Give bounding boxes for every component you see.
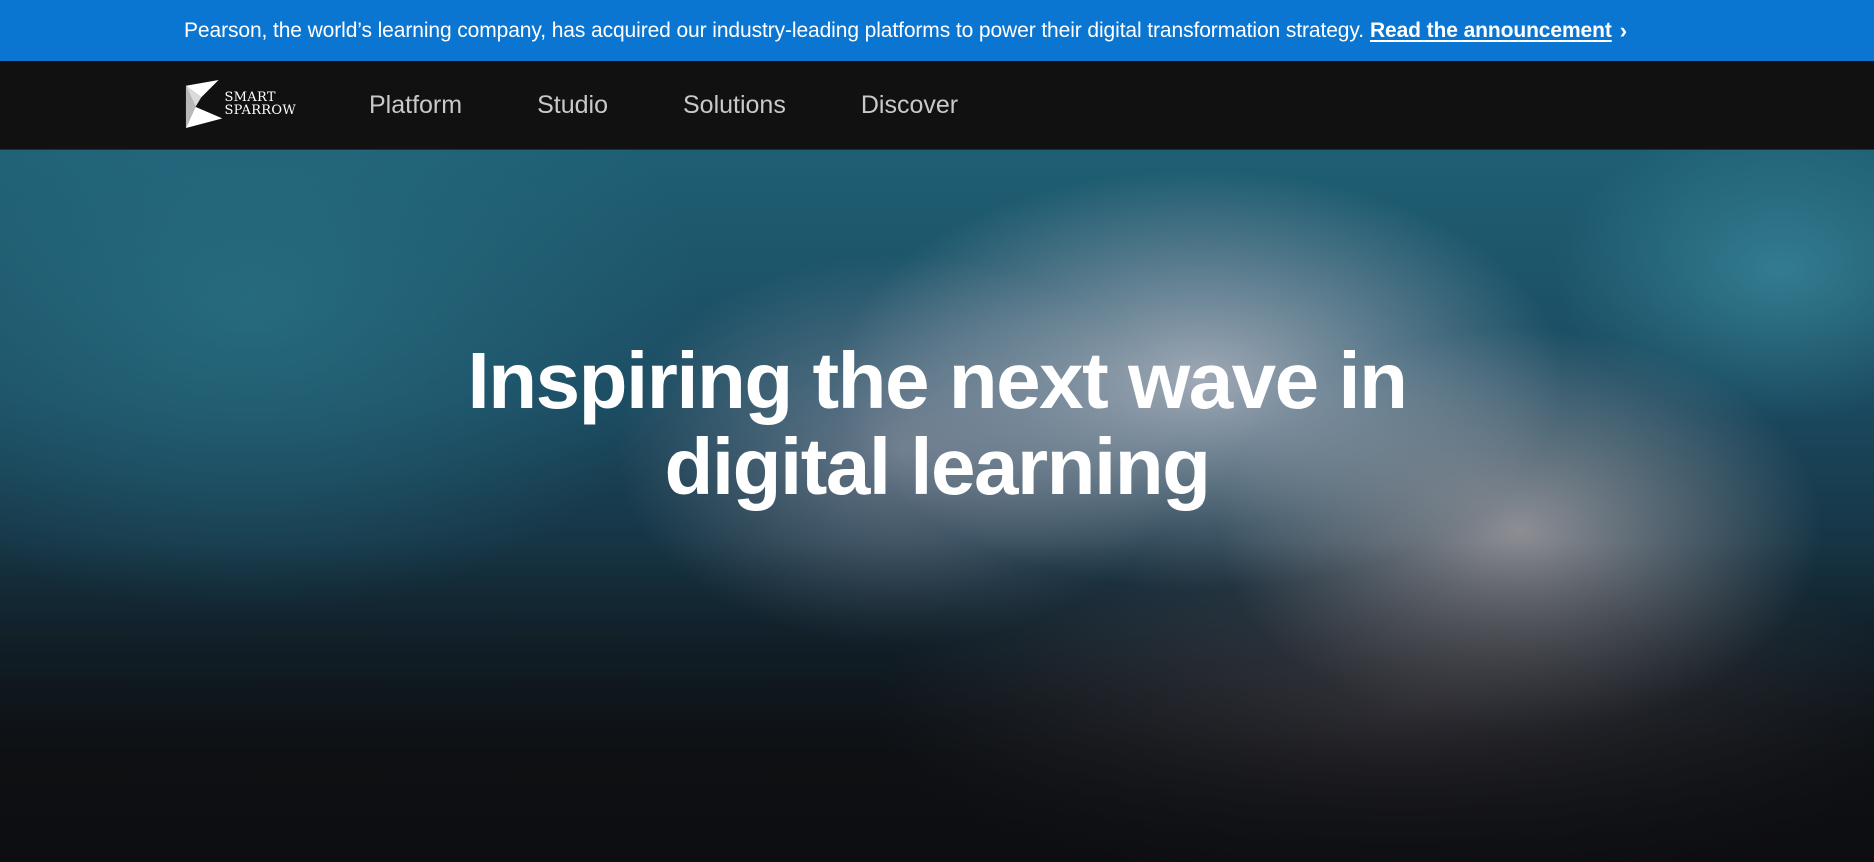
- logo-line-2: SPARROW: [224, 103, 296, 118]
- site-header: SMART SPARROW Platform Studio Solutions …: [0, 61, 1874, 150]
- chevron-right-icon[interactable]: ›: [1620, 18, 1627, 44]
- read-announcement-link[interactable]: Read the announcement: [1370, 19, 1612, 43]
- nav-studio[interactable]: Studio: [537, 91, 608, 120]
- hero-title-line-2: digital learning: [664, 422, 1211, 511]
- nav-platform[interactable]: Platform: [369, 91, 462, 120]
- hero-title-line-1: Inspiring the next wave in: [467, 336, 1408, 425]
- sparrow-logo-icon: [185, 79, 223, 129]
- announcement-text: Pearson, the world’s learning company, h…: [184, 18, 1364, 42]
- hero-section: Inspiring the next wave in digital learn…: [0, 150, 1874, 862]
- nav-solutions[interactable]: Solutions: [683, 91, 786, 120]
- announcement-bar: Pearson, the world’s learning company, h…: [0, 0, 1874, 61]
- main-nav: Platform Studio Solutions Discover: [369, 61, 1033, 150]
- nav-discover[interactable]: Discover: [861, 91, 958, 120]
- smart-sparrow-logo[interactable]: SMART SPARROW: [184, 79, 296, 129]
- logo-wordmark: SMART SPARROW: [224, 91, 296, 117]
- hero-title: Inspiring the next wave in digital learn…: [0, 338, 1874, 510]
